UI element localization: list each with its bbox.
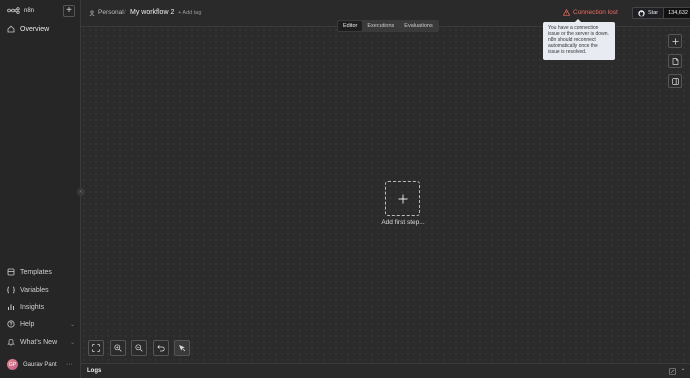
add-tag-button[interactable]: + Add tag bbox=[178, 10, 201, 16]
panel-icon bbox=[671, 77, 679, 85]
github-star-button[interactable]: Star 134,632 bbox=[632, 7, 690, 19]
sidebar-item-insights[interactable]: Insights bbox=[7, 303, 75, 311]
user-menu[interactable]: GP Gaurav Pant ··· bbox=[7, 359, 75, 370]
user-name: Gaurav Pant bbox=[23, 361, 57, 368]
chevron-down-icon: ⌄ bbox=[69, 321, 75, 328]
tab-evaluations[interactable]: Evaluations bbox=[399, 21, 437, 31]
zoom-out-icon bbox=[135, 344, 143, 352]
toggle-panel-button[interactable] bbox=[668, 74, 682, 88]
undo-icon bbox=[157, 345, 165, 352]
sidebar-item-label: Templates bbox=[20, 268, 52, 276]
connection-status[interactable]: Connection lost bbox=[563, 9, 618, 16]
zoom-out-button[interactable] bbox=[131, 340, 147, 356]
note-icon bbox=[672, 57, 678, 65]
sidebar-item-whats-new[interactable]: What's New ⌄ bbox=[7, 338, 75, 346]
variables-icon bbox=[7, 286, 15, 294]
add-node-button[interactable] bbox=[668, 34, 682, 48]
sidebar-item-label: Help bbox=[20, 320, 35, 328]
sidebar-item-label: What's New bbox=[20, 338, 58, 346]
sidebar: n8n + Overview Templates Variables Insig… bbox=[0, 0, 81, 378]
sidebar-item-label: Insights bbox=[20, 303, 45, 311]
zoom-in-icon bbox=[114, 344, 122, 352]
bell-icon bbox=[7, 338, 15, 346]
connection-tooltip: You have a connection issue or the serve… bbox=[543, 19, 615, 60]
workflow-name[interactable]: My workflow 2 bbox=[130, 9, 174, 16]
breadcrumb-separator: / bbox=[124, 9, 126, 16]
templates-icon bbox=[7, 268, 15, 276]
undo-button[interactable] bbox=[153, 340, 169, 356]
add-sticky-note-button[interactable] bbox=[668, 54, 682, 68]
avatar: GP bbox=[7, 359, 18, 370]
more-options-icon[interactable]: ··· bbox=[66, 361, 73, 368]
plus-icon bbox=[672, 38, 678, 44]
connection-status-text: Connection lost bbox=[573, 9, 618, 16]
fit-view-icon bbox=[92, 344, 100, 352]
person-icon bbox=[89, 9, 95, 16]
star-count: 134,632 bbox=[663, 8, 690, 18]
add-first-step-button[interactable] bbox=[385, 181, 420, 216]
chevron-up-icon[interactable]: ⌃ bbox=[679, 367, 687, 375]
fit-view-button[interactable] bbox=[88, 340, 104, 356]
tab-executions[interactable]: Executions bbox=[362, 21, 399, 31]
sidebar-item-overview[interactable]: Overview bbox=[7, 25, 75, 33]
star-label: Star bbox=[648, 10, 659, 16]
help-icon bbox=[7, 320, 15, 328]
add-first-step-label: Add first step... bbox=[381, 219, 425, 226]
n8n-logo[interactable]: n8n bbox=[7, 7, 34, 14]
logo-text: n8n bbox=[24, 7, 35, 14]
insights-icon bbox=[7, 303, 15, 311]
view-tabs: Editor Executions Evaluations bbox=[337, 20, 439, 32]
github-icon bbox=[638, 9, 645, 17]
logs-panel[interactable]: Logs ⌃ bbox=[81, 363, 690, 378]
sidebar-item-variables[interactable]: Variables bbox=[7, 286, 75, 294]
warning-icon bbox=[563, 9, 570, 16]
tidy-up-button[interactable] bbox=[174, 340, 190, 356]
breadcrumb-project[interactable]: Personal bbox=[89, 9, 124, 16]
project-name: Personal bbox=[98, 9, 124, 16]
plus-icon bbox=[398, 194, 407, 203]
n8n-logo-icon bbox=[7, 7, 20, 14]
tab-editor[interactable]: Editor bbox=[338, 21, 363, 31]
sidebar-item-help[interactable]: Help ⌄ bbox=[7, 320, 75, 328]
collapse-sidebar-button[interactable]: ‹ bbox=[77, 188, 85, 196]
expand-icon[interactable] bbox=[668, 367, 676, 375]
sidebar-item-label: Variables bbox=[20, 286, 49, 294]
home-icon bbox=[7, 25, 15, 33]
pointer-icon bbox=[179, 345, 186, 352]
sidebar-item-label: Overview bbox=[20, 25, 50, 33]
create-new-button[interactable]: + bbox=[63, 5, 75, 17]
sidebar-item-templates[interactable]: Templates bbox=[7, 268, 75, 276]
logs-label: Logs bbox=[87, 368, 102, 374]
zoom-in-button[interactable] bbox=[110, 340, 126, 356]
chevron-down-icon: ⌄ bbox=[69, 339, 75, 346]
